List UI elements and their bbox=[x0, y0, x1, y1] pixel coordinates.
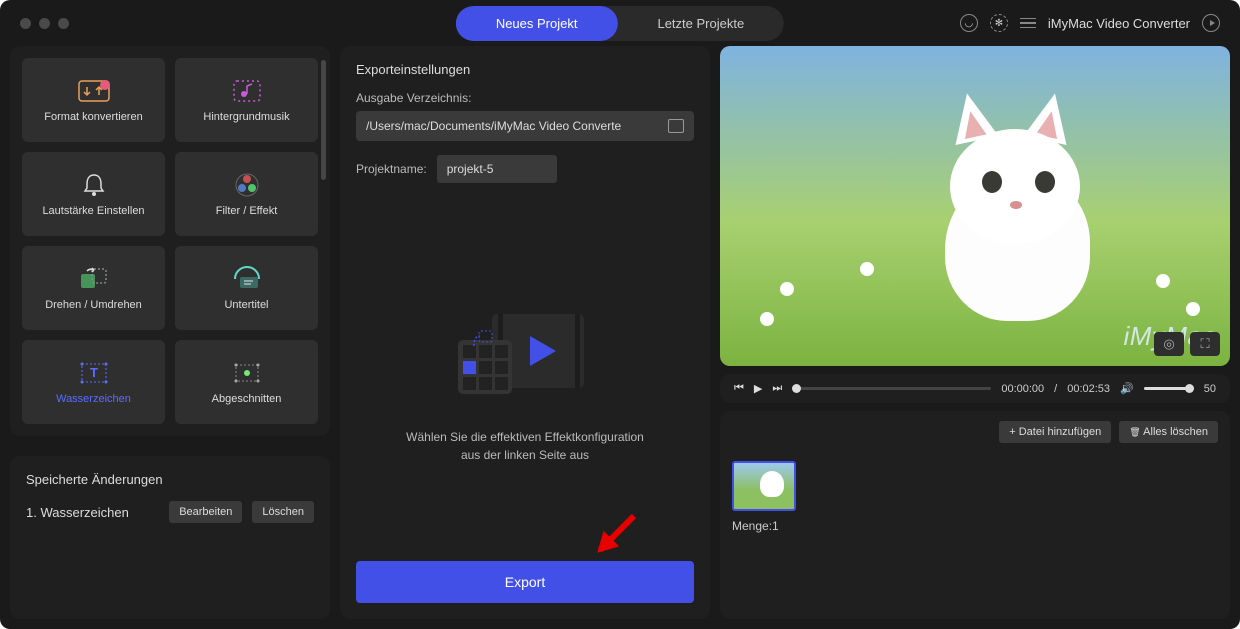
account-icon[interactable]: ◡ bbox=[960, 14, 978, 32]
project-name-input[interactable] bbox=[437, 155, 557, 183]
menu-icon[interactable] bbox=[1020, 18, 1036, 29]
output-dir-label: Ausgabe Verzeichnis: bbox=[356, 91, 694, 105]
export-panel: Exporteinstellungen Ausgabe Verzeichnis:… bbox=[340, 46, 710, 619]
time-current: 00:00:00 bbox=[1001, 383, 1044, 395]
tile-bg-music[interactable]: Hintergrundmusik bbox=[175, 58, 318, 142]
subtitle-icon bbox=[230, 265, 264, 293]
tile-rotate-flip[interactable]: Drehen / Umdrehen bbox=[22, 246, 165, 330]
seek-bar[interactable] bbox=[792, 387, 991, 390]
project-name-label: Projektname: bbox=[356, 162, 427, 176]
top-tabs: Neues Projekt Letzte Projekte bbox=[456, 6, 784, 41]
window-controls[interactable] bbox=[20, 18, 69, 29]
scrollbar[interactable] bbox=[321, 60, 326, 180]
play-button[interactable]: ▶ bbox=[754, 382, 762, 395]
change-row: 1. Wasserzeichen Bearbeiten Löschen bbox=[26, 501, 314, 523]
tile-subtitle[interactable]: Untertitel bbox=[175, 246, 318, 330]
close-dot[interactable] bbox=[20, 18, 31, 29]
crop-icon bbox=[230, 359, 264, 387]
tile-label: Abgeschnitten bbox=[212, 393, 282, 405]
convert-icon bbox=[77, 77, 111, 105]
help-text: Wählen Sie die effektiven Effektkonfigur… bbox=[406, 428, 644, 464]
tile-label: Format konvertieren bbox=[44, 111, 142, 123]
export-title: Exporteinstellungen bbox=[356, 62, 694, 77]
tile-volume[interactable]: Lautstärke Einstellen bbox=[22, 152, 165, 236]
queue-panel: + Datei hinzufügen 🗑 Alles löschen Menge… bbox=[720, 411, 1230, 619]
volume-icon[interactable]: 🔊 bbox=[1120, 382, 1134, 395]
prev-button[interactable]: ⏮ bbox=[734, 382, 744, 395]
time-sep: / bbox=[1054, 383, 1057, 395]
video-preview: iMyMac ◎ ⛶ bbox=[720, 46, 1230, 366]
tile-label: Hintergrundmusik bbox=[203, 111, 289, 123]
tile-watermark[interactable]: T Wasserzeichen bbox=[22, 340, 165, 424]
color-wheel-icon bbox=[230, 171, 264, 199]
rotate-icon bbox=[77, 265, 111, 293]
tile-label: Wasserzeichen bbox=[56, 393, 131, 405]
snapshot-button[interactable]: ◎ bbox=[1154, 332, 1184, 356]
folder-icon[interactable] bbox=[668, 119, 684, 133]
clear-all-button[interactable]: 🗑 Alles löschen bbox=[1119, 421, 1218, 443]
saved-changes-panel: Speicherte Änderungen 1. Wasserzeichen B… bbox=[10, 456, 330, 619]
watermark-icon: T bbox=[77, 359, 111, 387]
saved-changes-title: Speicherte Änderungen bbox=[26, 472, 314, 487]
queue-count: Menge:1 bbox=[732, 519, 1218, 533]
delete-change-button[interactable]: Löschen bbox=[252, 501, 314, 523]
minimize-dot[interactable] bbox=[39, 18, 50, 29]
player-bar: ⏮ ▶ ⏭ 00:00:00 / 00:02:53 🔊 50 bbox=[720, 374, 1230, 403]
tile-label: Untertitel bbox=[224, 299, 268, 311]
settings-icon[interactable]: ✻ bbox=[990, 14, 1008, 32]
bell-icon bbox=[77, 171, 111, 199]
tile-label: Lautstärke Einstellen bbox=[42, 205, 144, 217]
app-title: iMyMac Video Converter bbox=[1048, 16, 1190, 31]
play-icon[interactable] bbox=[1202, 14, 1220, 32]
video-frame[interactable]: iMyMac bbox=[720, 46, 1230, 366]
tab-recent-projects[interactable]: Letzte Projekte bbox=[617, 6, 784, 41]
fullscreen-button[interactable]: ⛶ bbox=[1190, 332, 1220, 356]
tab-new-project[interactable]: Neues Projekt bbox=[456, 6, 618, 41]
output-dir-field[interactable]: /Users/mac/Documents/iMyMac Video Conver… bbox=[356, 111, 694, 141]
maximize-dot[interactable] bbox=[58, 18, 69, 29]
next-button[interactable]: ⏭ bbox=[772, 382, 782, 395]
change-label: 1. Wasserzeichen bbox=[26, 505, 129, 520]
volume-slider[interactable] bbox=[1144, 387, 1194, 390]
add-file-button[interactable]: + Datei hinzufügen bbox=[999, 421, 1111, 443]
volume-value: 50 bbox=[1204, 383, 1216, 395]
edit-button[interactable]: Bearbeiten bbox=[169, 501, 242, 523]
illustration-icon bbox=[450, 310, 600, 408]
tile-format-convert[interactable]: Format konvertieren bbox=[22, 58, 165, 142]
music-icon bbox=[230, 77, 264, 105]
export-button[interactable]: Export bbox=[356, 561, 694, 603]
svg-text:T: T bbox=[90, 365, 98, 380]
output-dir-value: /Users/mac/Documents/iMyMac Video Conver… bbox=[366, 119, 621, 133]
tile-crop[interactable]: Abgeschnitten bbox=[175, 340, 318, 424]
queue-thumbnail[interactable] bbox=[732, 461, 796, 511]
tile-label: Drehen / Umdrehen bbox=[45, 299, 142, 311]
tile-label: Filter / Effekt bbox=[216, 205, 278, 217]
tile-filter-effect[interactable]: Filter / Effekt bbox=[175, 152, 318, 236]
time-total: 00:02:53 bbox=[1067, 383, 1110, 395]
